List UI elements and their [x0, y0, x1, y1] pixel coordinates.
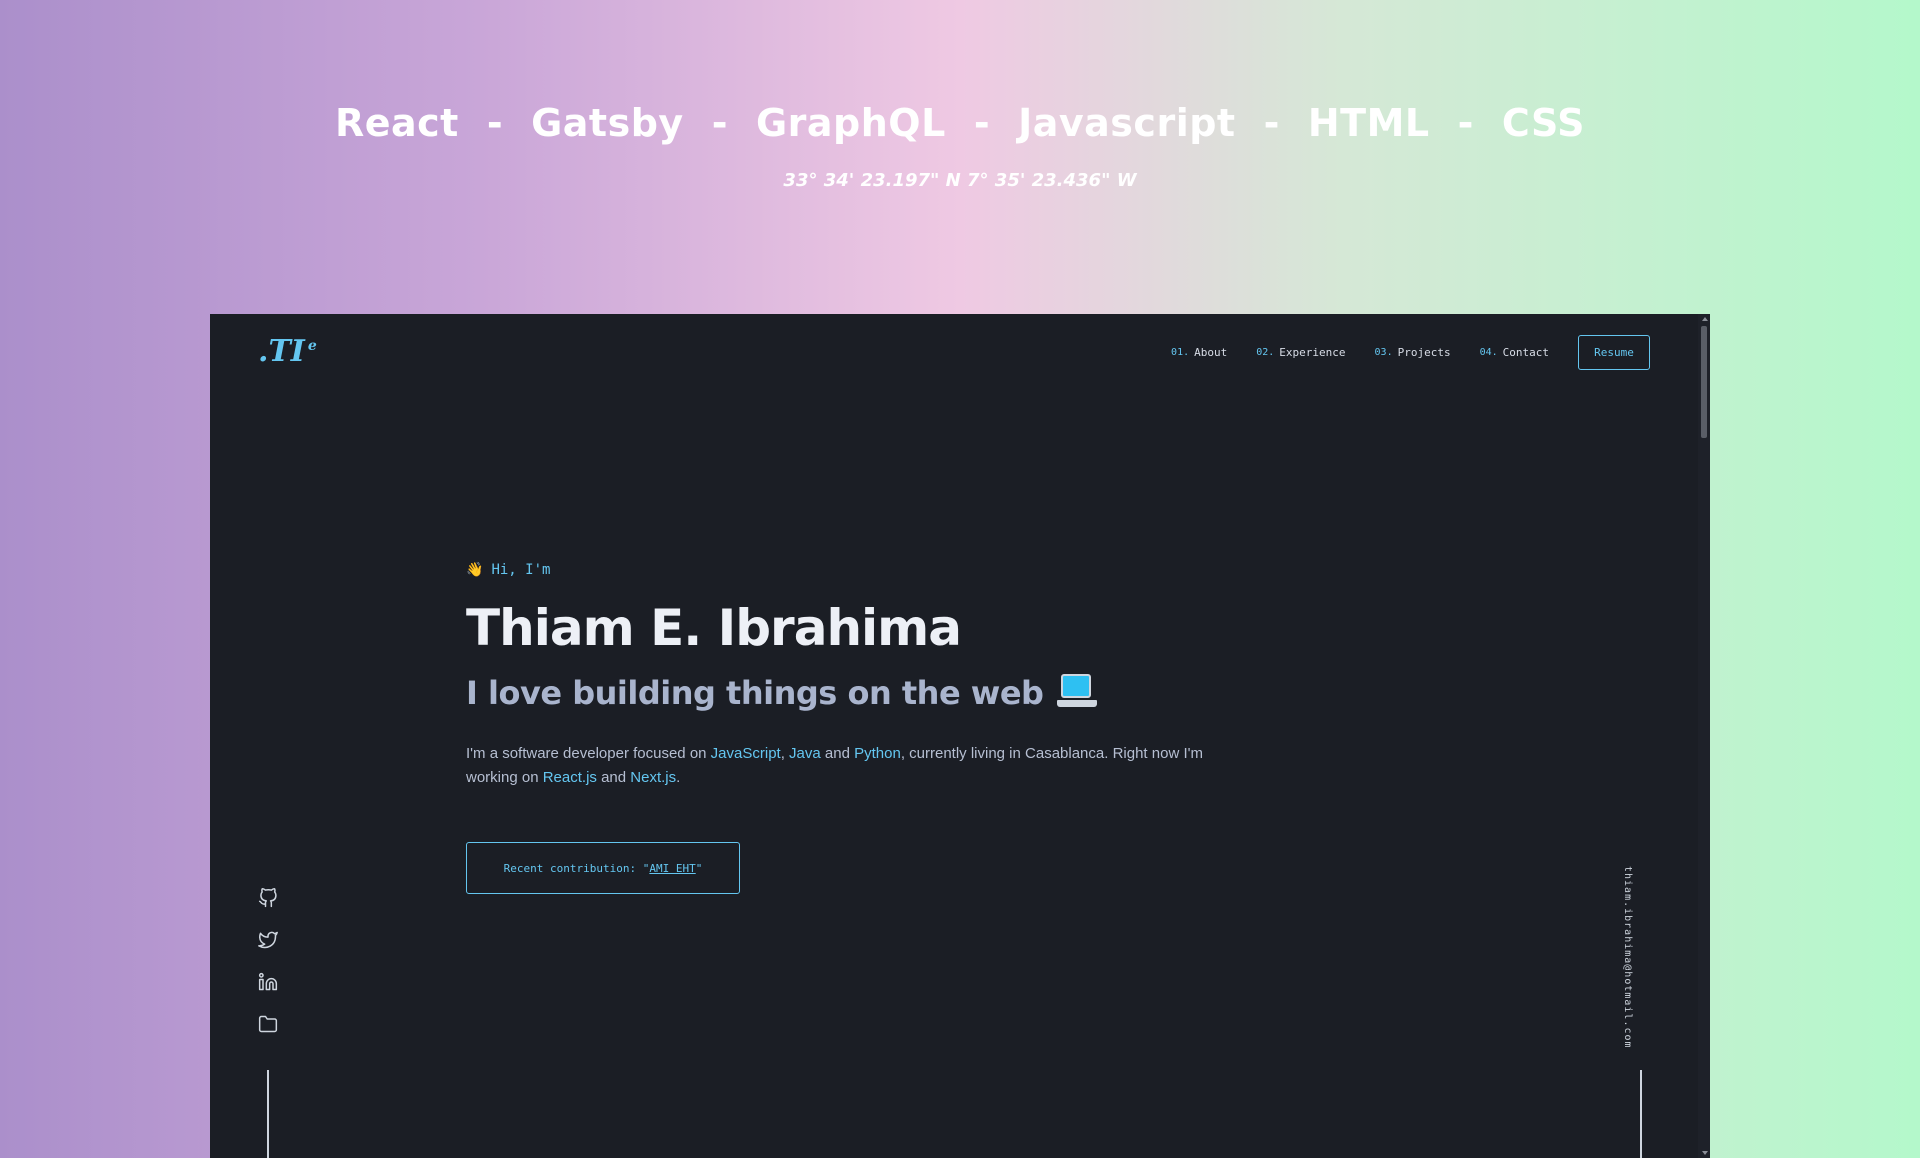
nav-number: 02. — [1256, 347, 1275, 358]
hero-tagline: I love building things on the web — [466, 674, 1266, 712]
nav-item-experience[interactable]: 02. Experience — [1256, 346, 1345, 359]
github-icon[interactable] — [258, 888, 278, 908]
folder-icon[interactable] — [258, 1014, 278, 1034]
tech-css: CSS — [1501, 101, 1586, 145]
resume-button[interactable]: Resume — [1578, 335, 1650, 370]
recent-contribution-button[interactable]: Recent contribution: " AMI EHT " — [466, 842, 740, 894]
link-javascript[interactable]: JavaScript — [711, 745, 781, 762]
laptop-icon — [1057, 674, 1098, 712]
tech-react: React — [334, 101, 459, 145]
main-nav: 01. About 02. Experience 03. Projects 04. Co… — [1171, 335, 1650, 370]
nav-number: 03. — [1374, 347, 1393, 358]
scrollbar-thumb[interactable] — [1701, 326, 1707, 438]
nav-label: Contact — [1502, 346, 1549, 359]
contribution-suffix: " — [695, 861, 703, 875]
bio-text: I'm a software developer focused on — [466, 745, 711, 762]
separator: - — [1457, 101, 1474, 145]
left-divider-line — [267, 1070, 269, 1158]
linkedin-icon[interactable] — [258, 972, 278, 992]
nav-number: 04. — [1479, 347, 1498, 358]
link-python[interactable]: Python — [854, 745, 901, 762]
hero-name: Thiam E. Ibrahima — [466, 599, 962, 657]
logo-superscript: e — [307, 338, 317, 354]
nav-label: About — [1194, 346, 1228, 359]
nav-label: Experience — [1279, 346, 1346, 359]
separator: - — [1263, 101, 1280, 145]
contribution-prefix: Recent contribution: " — [503, 861, 650, 875]
nav-label: Projects — [1397, 346, 1451, 359]
tagline-text: I love building things on the web — [466, 674, 1044, 712]
link-nextjs[interactable]: Next.js — [630, 769, 676, 786]
nav-item-contact[interactable]: 04. Contact — [1480, 346, 1549, 359]
contribution-link[interactable]: AMI EHT — [649, 862, 695, 875]
twitter-icon[interactable] — [258, 930, 278, 950]
hero-bio: I'm a software developer focused on Java… — [466, 742, 1211, 790]
greeting: 👋 Hi, I'm — [466, 562, 1266, 578]
separator: - — [711, 101, 728, 145]
bio-text: , — [780, 745, 790, 762]
link-reactjs[interactable]: React.js — [543, 769, 597, 786]
link-java[interactable]: Java — [789, 745, 821, 762]
tech-html: HTML — [1307, 101, 1430, 145]
wave-icon: 👋 — [466, 562, 484, 578]
greeting-text: Hi, I'm — [491, 562, 551, 578]
tech-javascript: Javascript — [1018, 101, 1236, 145]
portfolio-window: .TI e 01. About 02. Experience 03. Projects … — [210, 314, 1710, 1158]
logo-text: .TI — [258, 334, 305, 369]
separator: - — [973, 101, 991, 145]
coordinates-text: 33° 34' 23.197" N 7° 35' 23.436" W — [783, 170, 1137, 191]
bio-text: and — [820, 745, 855, 762]
nav-item-projects[interactable]: 03. Projects — [1375, 346, 1451, 359]
scrollbar[interactable] — [1698, 314, 1710, 1158]
nav-item-about[interactable]: 01. About — [1171, 346, 1227, 359]
site-logo[interactable]: .TI e — [258, 334, 317, 369]
hero-section: 👋 Hi, I'm Thiam E. Ibrahima I love build… — [466, 562, 1266, 894]
tech-gatsby: Gatsby — [531, 101, 684, 145]
bio-text: and — [596, 769, 631, 786]
bio-text: . — [676, 769, 681, 786]
separator: - — [486, 101, 504, 145]
technology-list: React - Gatsby - GraphQL - Javascript - HTML - CSS — [0, 98, 1920, 148]
nav-number: 01. — [1171, 347, 1190, 358]
scroll-up-icon[interactable] — [1702, 317, 1708, 321]
right-divider-line — [1640, 1070, 1642, 1158]
tech-graphql: GraphQL — [755, 101, 946, 145]
scroll-down-icon[interactable] — [1702, 1151, 1708, 1155]
social-links — [258, 888, 278, 1056]
email-link[interactable]: thiam.ibrahima@hotmail.com — [1613, 866, 1633, 1049]
